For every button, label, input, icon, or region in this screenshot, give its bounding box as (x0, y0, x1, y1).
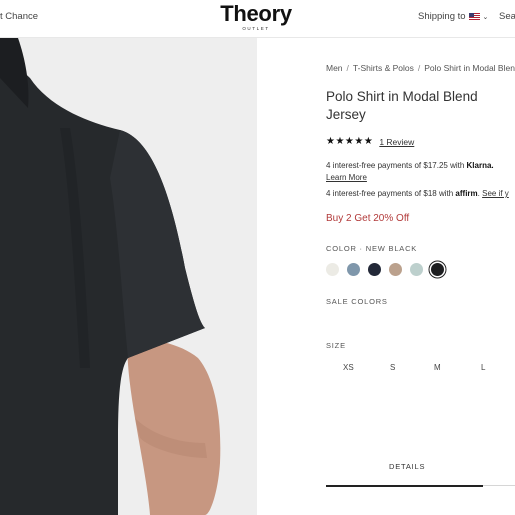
klarna-text: 4 interest-free payments of $17.25 with (326, 161, 465, 170)
shipping-label: Shipping to (418, 11, 466, 22)
shipping-country-selector[interactable]: Shipping to ⌄ (418, 11, 488, 22)
color-swatch-list (326, 263, 444, 276)
reviews-link[interactable]: 1 Review (379, 137, 414, 147)
klarna-learn-more-link[interactable]: Learn More (326, 172, 367, 184)
size-label: SIZE (326, 341, 346, 350)
chevron-down-icon: ⌄ (482, 13, 489, 21)
breadcrumb-current[interactable]: Polo Shirt in Modal Blend (424, 63, 515, 73)
theory-outlet-logo[interactable]: Theory OUTLET (214, 1, 298, 32)
affirm-text: 4 interest-free payments of $18 with (326, 189, 454, 198)
breadcrumb-separator: / (417, 63, 421, 73)
promo-offer-text: Buy 2 Get 20% Off (326, 213, 410, 224)
affirm-payment-message: 4 interest-free payments of $18 with aff… (326, 189, 509, 198)
site-header: t Chance Theory OUTLET Shipping to ⌄ Sea (0, 0, 515, 38)
breadcrumb-separator: / (346, 63, 349, 73)
klarna-payment-message: 4 interest-free payments of $17.25 with … (326, 160, 515, 184)
promo-banner-link[interactable]: t Chance (0, 11, 38, 22)
color-swatch-slate-blue[interactable] (347, 263, 360, 276)
klarna-logo: Klarna. (466, 161, 494, 170)
size-option-xs[interactable]: XS (343, 363, 354, 372)
product-image[interactable] (0, 38, 257, 515)
size-option-m[interactable]: M (434, 363, 441, 372)
sale-colors-label: SALE COLORS (326, 297, 388, 306)
tab-details[interactable]: DETAILS (389, 462, 425, 471)
affirm-logo: affirm (455, 189, 478, 198)
size-option-l[interactable]: L (481, 363, 485, 372)
color-swatch-ivory[interactable] (326, 263, 339, 276)
color-swatch-pale-sage[interactable] (410, 263, 423, 276)
star-rating-icon: ★★★★★ (326, 136, 374, 147)
model-wearing-polo-image (0, 38, 257, 515)
breadcrumb-link-tshirts-polos[interactable]: T-Shirts & Polos (353, 63, 414, 73)
color-swatch-navy[interactable] (368, 263, 381, 276)
breadcrumb-link-men[interactable]: Men (326, 63, 343, 73)
affirm-see-if-link[interactable]: See if y (482, 189, 509, 198)
color-swatch-tan[interactable] (389, 263, 402, 276)
product-title: Polo Shirt in Modal Blend Jersey (326, 89, 478, 122)
color-swatch-new-black[interactable] (431, 263, 444, 276)
logo-subtitle: OUTLET (242, 26, 270, 31)
product-rating: ★★★★★ 1 Review (326, 136, 414, 147)
tab-details-active-indicator (326, 485, 483, 487)
breadcrumb: Men / T-Shirts & Polos / Polo Shirt in Modal… (326, 63, 515, 73)
color-label: COLOR · NEW BLACK (326, 244, 418, 253)
us-flag-icon (468, 13, 480, 20)
tab-divider (483, 485, 515, 486)
size-option-s[interactable]: S (390, 363, 395, 372)
search-link[interactable]: Sea (499, 11, 515, 22)
logo-wordmark: Theory (220, 1, 292, 26)
